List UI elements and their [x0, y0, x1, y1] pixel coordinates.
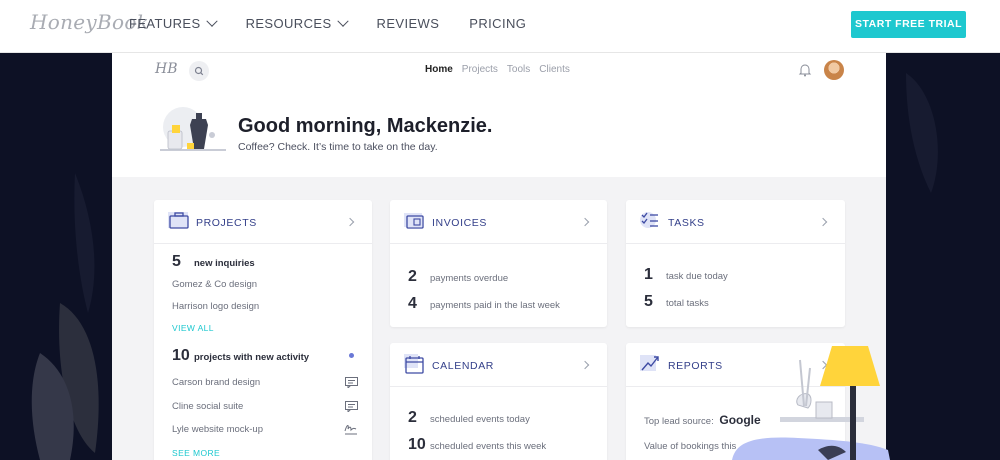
- chevron-right-icon: [580, 360, 590, 370]
- inquiries-summary[interactable]: 5 new inquiries: [172, 253, 255, 271]
- chevron-down-icon: [336, 15, 349, 27]
- calendar-card: CALENDAR 2 scheduled events today 10 sch…: [390, 343, 607, 460]
- lead-source-label: Top lead source:: [644, 416, 714, 427]
- calendar-icon: [404, 354, 424, 374]
- lamp-illustration: [732, 346, 890, 460]
- start-free-trial-button[interactable]: START FREE TRIAL: [851, 11, 966, 38]
- search-icon: [194, 66, 204, 76]
- invoice-icon: [404, 213, 424, 229]
- events-week-count: 10: [408, 436, 426, 453]
- calendar-title: CALENDAR: [432, 360, 494, 372]
- activity-label: projects with new activity: [194, 352, 310, 363]
- unread-dot: [349, 353, 354, 358]
- leaf-decoration-left: [31, 173, 99, 460]
- events-today-label: scheduled events today: [430, 414, 530, 425]
- bookings-row[interactable]: Value of bookings this: [644, 441, 736, 452]
- chevron-right-icon: [580, 217, 590, 227]
- list-item[interactable]: Cline social suite: [172, 401, 243, 412]
- chevron-down-icon: [205, 15, 218, 27]
- invoices-title: INVOICES: [432, 217, 487, 229]
- signature-icon[interactable]: [344, 422, 358, 435]
- search-button[interactable]: [189, 61, 209, 81]
- tasks-total-row[interactable]: 5 total tasks: [644, 293, 709, 311]
- tab-tools[interactable]: Tools: [507, 64, 530, 75]
- greeting: Good morning, Mackenzie.: [238, 115, 493, 137]
- tab-clients[interactable]: Clients: [539, 64, 570, 75]
- greeting-subtext: Coffee? Check. It’s time to take on the …: [238, 141, 438, 153]
- menu-pricing-label: PRICING: [469, 16, 527, 31]
- menu-resources-label: RESOURCES: [245, 16, 332, 31]
- briefcase-icon: [168, 212, 189, 229]
- menu-pricing[interactable]: PRICING: [469, 16, 526, 31]
- invoices-paid-row[interactable]: 4 payments paid in the last week: [408, 295, 560, 313]
- list-item[interactable]: Harrison logo design: [172, 301, 259, 312]
- total-count: 5: [644, 293, 653, 310]
- projects-card-header[interactable]: PROJECTS: [154, 200, 372, 244]
- paid-count: 4: [408, 295, 417, 312]
- projects-title: PROJECTS: [196, 217, 257, 229]
- tab-projects[interactable]: Projects: [462, 64, 498, 75]
- checklist-icon: [640, 212, 658, 228]
- chevron-right-icon: [818, 217, 828, 227]
- tasks-title: TASKS: [668, 217, 705, 229]
- activity-summary[interactable]: 10 projects with new activity: [172, 347, 309, 365]
- message-icon[interactable]: [345, 401, 358, 412]
- bell-icon[interactable]: [798, 63, 812, 77]
- app-logo[interactable]: HB: [155, 61, 178, 77]
- calendar-card-header[interactable]: CALENDAR: [390, 343, 607, 387]
- site-menu: FEATURES RESOURCES REVIEWS PRICING: [129, 15, 556, 31]
- events-week-row[interactable]: 10 scheduled events this week: [408, 436, 546, 454]
- activity-count: 10: [172, 347, 190, 364]
- events-today-row[interactable]: 2 scheduled events today: [408, 409, 530, 427]
- invoices-card-header[interactable]: INVOICES: [390, 200, 607, 244]
- due-label: task due today: [666, 271, 728, 282]
- inquiries-count: 5: [172, 253, 181, 270]
- list-item[interactable]: Carson brand design: [172, 377, 260, 388]
- invoices-overdue-row[interactable]: 2 payments overdue: [408, 268, 508, 286]
- events-today-count: 2: [408, 409, 417, 426]
- see-more-link[interactable]: SEE MORE: [172, 448, 220, 458]
- avatar[interactable]: [824, 60, 844, 80]
- coffee-illustration: [160, 107, 226, 151]
- menu-reviews-label: REVIEWS: [376, 16, 440, 31]
- tasks-card-header[interactable]: TASKS: [626, 200, 845, 244]
- menu-reviews[interactable]: REVIEWS: [377, 16, 440, 31]
- paid-label: payments paid in the last week: [430, 300, 560, 311]
- inquiries-label: new inquiries: [194, 258, 255, 269]
- events-week-label: scheduled events this week: [430, 441, 547, 452]
- list-item[interactable]: Gomez & Co design: [172, 279, 257, 290]
- tab-home[interactable]: Home: [425, 64, 453, 75]
- menu-features[interactable]: FEATURES: [129, 15, 218, 31]
- projects-card: PROJECTS 5 new inquiries Gomez & Co desi…: [154, 200, 372, 460]
- view-all-link[interactable]: VIEW ALL: [172, 323, 214, 333]
- overdue-count: 2: [408, 268, 417, 285]
- app-tabs: Home Projects Tools Clients: [425, 64, 570, 75]
- app-header: HB Home Projects Tools Clients Good morn…: [112, 53, 886, 177]
- site-header: HoneyBook FEATURES RESOURCES REVIEWS PRI…: [0, 0, 1000, 53]
- chevron-right-icon: [345, 217, 355, 227]
- bookings-label: Value of bookings this: [644, 441, 737, 452]
- invoices-card: INVOICES 2 payments overdue 4 payments p…: [390, 200, 607, 327]
- chart-trend-icon: [640, 355, 659, 371]
- due-count: 1: [644, 266, 653, 283]
- menu-features-label: FEATURES: [129, 16, 201, 31]
- message-icon[interactable]: [345, 377, 358, 388]
- tasks-due-row[interactable]: 1 task due today: [644, 266, 728, 284]
- list-item[interactable]: Lyle website mock-up: [172, 424, 263, 435]
- menu-resources[interactable]: RESOURCES: [245, 15, 349, 31]
- reports-title: REPORTS: [668, 360, 723, 372]
- overdue-label: payments overdue: [430, 273, 509, 284]
- total-label: total tasks: [666, 298, 709, 309]
- tasks-card: TASKS 1 task due today 5 total tasks: [626, 200, 845, 327]
